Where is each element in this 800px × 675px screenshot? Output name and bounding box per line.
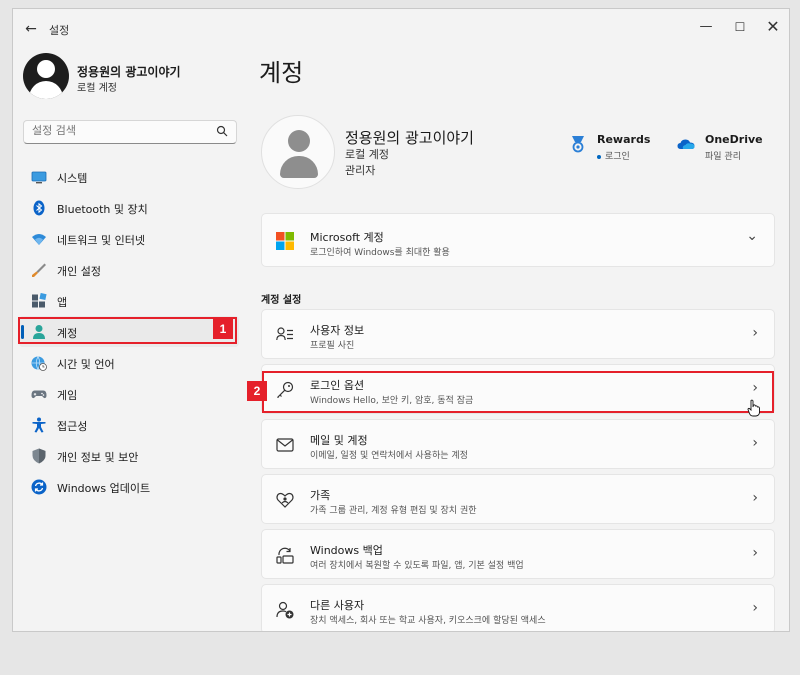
- setting-subtitle: 장치 액세스, 회사 또는 학교 사용자, 키오스크에 할당된 액세스: [310, 616, 546, 626]
- app-title: 설정: [49, 24, 70, 37]
- setting-subtitle: 여러 장치에서 복원할 수 있도록 파일, 앱, 기본 설정 백업: [310, 561, 524, 571]
- microsoft-account-subtitle: 로그인하여 Windows를 최대한 활용: [310, 248, 450, 258]
- setting-subtitle: 이메일, 일정 및 연락처에서 사용하는 계정: [310, 451, 468, 461]
- setting-title: 다른 사용자: [310, 599, 365, 612]
- rewards-title: Rewards: [597, 133, 651, 146]
- user-info-icon: [276, 327, 293, 341]
- sidebar-item-time-language[interactable]: 시간 및 언어: [19, 347, 239, 378]
- accessibility-icon: [32, 417, 46, 433]
- highlight-box-sign-in-options: [262, 371, 774, 413]
- sidebar-item-label: 접근성: [57, 420, 88, 433]
- avatar-body: [29, 81, 63, 99]
- setting-title: Windows 백업: [310, 544, 383, 557]
- chevron-right-icon: ›: [752, 545, 758, 561]
- profile-role: 관리자: [345, 164, 376, 177]
- sidebar-item-network[interactable]: 네트워크 및 인터넷: [19, 223, 239, 254]
- sidebar-item-label: Bluetooth 및 장치: [57, 203, 148, 216]
- rewards-medal-icon: [572, 136, 584, 153]
- hand-cursor-icon: [747, 399, 760, 417]
- setting-card-family[interactable]: 가족 가족 그룹 관리, 계정 유형 편집 및 장치 권한 ›: [261, 474, 775, 524]
- microsoft-account-card[interactable]: Microsoft 계정 로그인하여 Windows를 최대한 활용 ⌄: [261, 213, 775, 267]
- setting-card-email-accounts[interactable]: 메일 및 계정 이메일, 일정 및 연락처에서 사용하는 계정 ›: [261, 419, 775, 469]
- sidebar-item-bluetooth[interactable]: Bluetooth 및 장치: [19, 192, 239, 223]
- backup-icon: [276, 547, 294, 564]
- settings-window: ← 설정 — ☐ ✕ 정용원의 광고이야기 로컬 계정 시스템: [12, 8, 790, 632]
- setting-title: 가족: [310, 489, 331, 502]
- profile-picture[interactable]: [261, 115, 335, 189]
- avatar-head: [37, 60, 55, 78]
- sidebar-user-name: 정용원의 광고이야기: [77, 65, 181, 79]
- profile-picture-head: [288, 130, 310, 152]
- sidebar-item-label: 시간 및 언어: [57, 358, 115, 371]
- setting-subtitle: 가족 그룹 관리, 계정 유형 편집 및 장치 권한: [310, 506, 477, 516]
- shield-icon: [32, 448, 46, 464]
- profile-account-type: 로컬 계정: [345, 148, 389, 161]
- search-box[interactable]: [23, 120, 237, 144]
- maximize-button[interactable]: ☐: [725, 15, 755, 39]
- family-heart-icon: [276, 492, 294, 508]
- setting-title: 사용자 정보: [310, 324, 365, 337]
- sidebar-item-label: 개인 정보 및 보안: [57, 451, 139, 464]
- sidebar-item-gaming[interactable]: 게임: [19, 378, 239, 409]
- bluetooth-icon: [33, 200, 45, 216]
- rewards-status: 로그인: [597, 149, 630, 162]
- sidebar-item-system[interactable]: 시스템: [19, 161, 239, 192]
- sidebar-item-windows-update[interactable]: Windows 업데이트: [19, 471, 239, 502]
- setting-subtitle: 프로필 사진: [310, 341, 355, 351]
- avatar[interactable]: [23, 53, 69, 99]
- onedrive-cloud-icon: [677, 139, 695, 149]
- monitor-icon: [31, 171, 47, 184]
- apps-icon: [32, 293, 47, 308]
- section-heading-account-settings: 계정 설정: [261, 295, 302, 306]
- search-input[interactable]: [32, 124, 212, 137]
- sidebar-item-apps[interactable]: 앱: [19, 285, 239, 316]
- highlight-box-accounts: [18, 317, 237, 344]
- onedrive-title: OneDrive: [705, 133, 763, 146]
- sidebar-item-label: 시스템: [57, 172, 88, 185]
- microsoft-logo-icon: [276, 232, 294, 250]
- step-badge-1: 1: [213, 319, 233, 339]
- chevron-right-icon: ›: [752, 325, 758, 341]
- setting-title: 메일 및 계정: [310, 434, 368, 447]
- update-icon: [31, 479, 47, 495]
- sidebar-item-label: Windows 업데이트: [57, 482, 151, 495]
- brush-icon: [32, 263, 46, 277]
- sidebar-item-label: 게임: [57, 389, 78, 402]
- sidebar-item-label: 앱: [57, 296, 68, 309]
- gamepad-icon: [31, 390, 47, 399]
- title-bar: ← 설정 — ☐ ✕: [13, 9, 789, 47]
- step-badge-2: 2: [247, 381, 267, 401]
- chevron-down-icon[interactable]: ⌄: [746, 228, 758, 244]
- sidebar-item-label: 개인 설정: [57, 265, 101, 278]
- rewards-status-text: 로그인: [605, 152, 630, 162]
- back-button[interactable]: ←: [21, 19, 41, 39]
- sidebar-item-accessibility[interactable]: 접근성: [19, 409, 239, 440]
- page-title: 계정: [259, 59, 304, 87]
- profile-name: 정용원의 광고이야기: [345, 129, 474, 147]
- close-button[interactable]: ✕: [758, 15, 788, 39]
- mail-icon: [276, 438, 294, 452]
- chevron-right-icon: ›: [752, 490, 758, 506]
- onedrive-subtitle: 파일 관리: [705, 152, 741, 162]
- globe-clock-icon: [31, 356, 47, 371]
- setting-card-windows-backup[interactable]: Windows 백업 여러 장치에서 복원할 수 있도록 파일, 앱, 기본 설…: [261, 529, 775, 579]
- search-icon[interactable]: [216, 125, 228, 137]
- minimize-button[interactable]: —: [691, 15, 721, 39]
- microsoft-account-title: Microsoft 계정: [310, 231, 384, 244]
- sidebar-item-label: 네트워크 및 인터넷: [57, 234, 145, 247]
- chevron-right-icon: ›: [752, 435, 758, 451]
- status-dot: [597, 154, 601, 159]
- wifi-icon: [32, 234, 46, 245]
- setting-card-other-users[interactable]: 다른 사용자 장치 액세스, 회사 또는 학교 사용자, 키오스크에 할당된 액…: [261, 584, 775, 631]
- profile-picture-body: [280, 156, 318, 178]
- chevron-right-icon: ›: [752, 600, 758, 616]
- sidebar-item-privacy[interactable]: 개인 정보 및 보안: [19, 440, 239, 471]
- sidebar-item-personalization[interactable]: 개인 설정: [19, 254, 239, 285]
- setting-card-your-info[interactable]: 사용자 정보 프로필 사진 ›: [261, 309, 775, 359]
- sidebar-account-type: 로컬 계정: [77, 83, 117, 94]
- add-user-icon: [276, 601, 294, 619]
